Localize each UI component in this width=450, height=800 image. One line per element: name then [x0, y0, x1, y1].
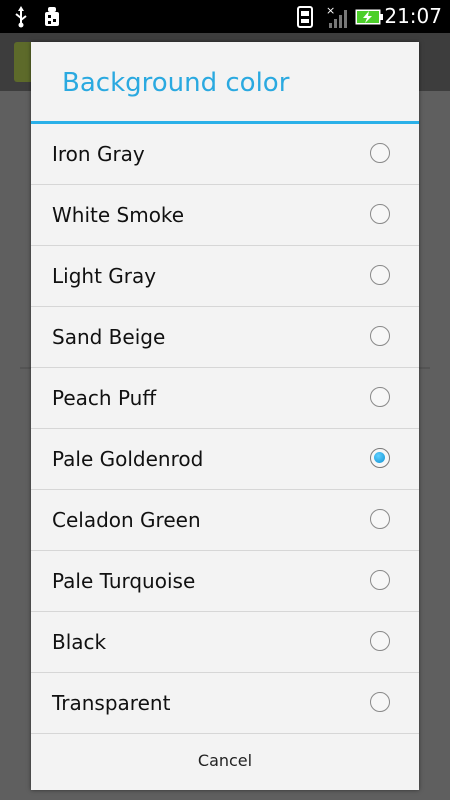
option-label: Celadon Green — [52, 508, 201, 532]
radio-button[interactable] — [370, 570, 390, 590]
option-label: Peach Puff — [52, 386, 157, 410]
option-pale-goldenrod[interactable]: Pale Goldenrod — [31, 429, 419, 490]
option-label: Black — [52, 630, 107, 654]
svg-text:×: × — [326, 4, 335, 17]
option-transparent[interactable]: Transparent — [31, 673, 419, 734]
option-label: Sand Beige — [52, 325, 166, 349]
radio-button[interactable] — [370, 631, 390, 651]
battery-charging-icon — [355, 0, 385, 33]
option-light-gray[interactable]: Light Gray — [31, 246, 419, 307]
radio-button[interactable] — [370, 204, 390, 224]
option-label: Transparent — [52, 691, 171, 715]
cancel-button[interactable]: Cancel — [31, 730, 419, 790]
option-label: White Smoke — [52, 203, 185, 227]
radio-button[interactable] — [370, 265, 390, 285]
no-signal-icon: × — [323, 0, 351, 33]
radio-button-selected[interactable] — [370, 448, 390, 468]
radio-selected-dot — [374, 452, 385, 463]
status-bar: × 21:07 — [0, 0, 450, 33]
option-white-smoke[interactable]: White Smoke — [31, 185, 419, 246]
option-pale-turquoise[interactable]: Pale Turquoise — [31, 551, 419, 612]
option-celadon-green[interactable]: Celadon Green — [31, 490, 419, 551]
radio-button[interactable] — [370, 509, 390, 529]
option-iron-gray[interactable]: Iron Gray — [31, 124, 419, 185]
dialog-title: Background color — [62, 68, 290, 98]
option-peach-puff[interactable]: Peach Puff — [31, 368, 419, 429]
usb-icon — [10, 0, 32, 33]
option-label: Iron Gray — [52, 142, 145, 166]
option-label: Pale Goldenrod — [52, 447, 204, 471]
radio-button[interactable] — [370, 326, 390, 346]
radio-button[interactable] — [370, 143, 390, 163]
android-debug-icon — [39, 0, 65, 33]
option-label: Pale Turquoise — [52, 569, 196, 593]
radio-button[interactable] — [370, 387, 390, 407]
radio-button[interactable] — [370, 692, 390, 712]
option-label: Light Gray — [52, 264, 157, 288]
status-time: 21:07 — [384, 4, 442, 28]
background-color-dialog: Background color Iron Gray White Smoke L… — [31, 42, 419, 790]
option-sand-beige[interactable]: Sand Beige — [31, 307, 419, 368]
color-options-list: Iron Gray White Smoke Light Gray Sand Be… — [31, 124, 419, 734]
sd-card-icon — [293, 0, 317, 33]
option-black[interactable]: Black — [31, 612, 419, 673]
